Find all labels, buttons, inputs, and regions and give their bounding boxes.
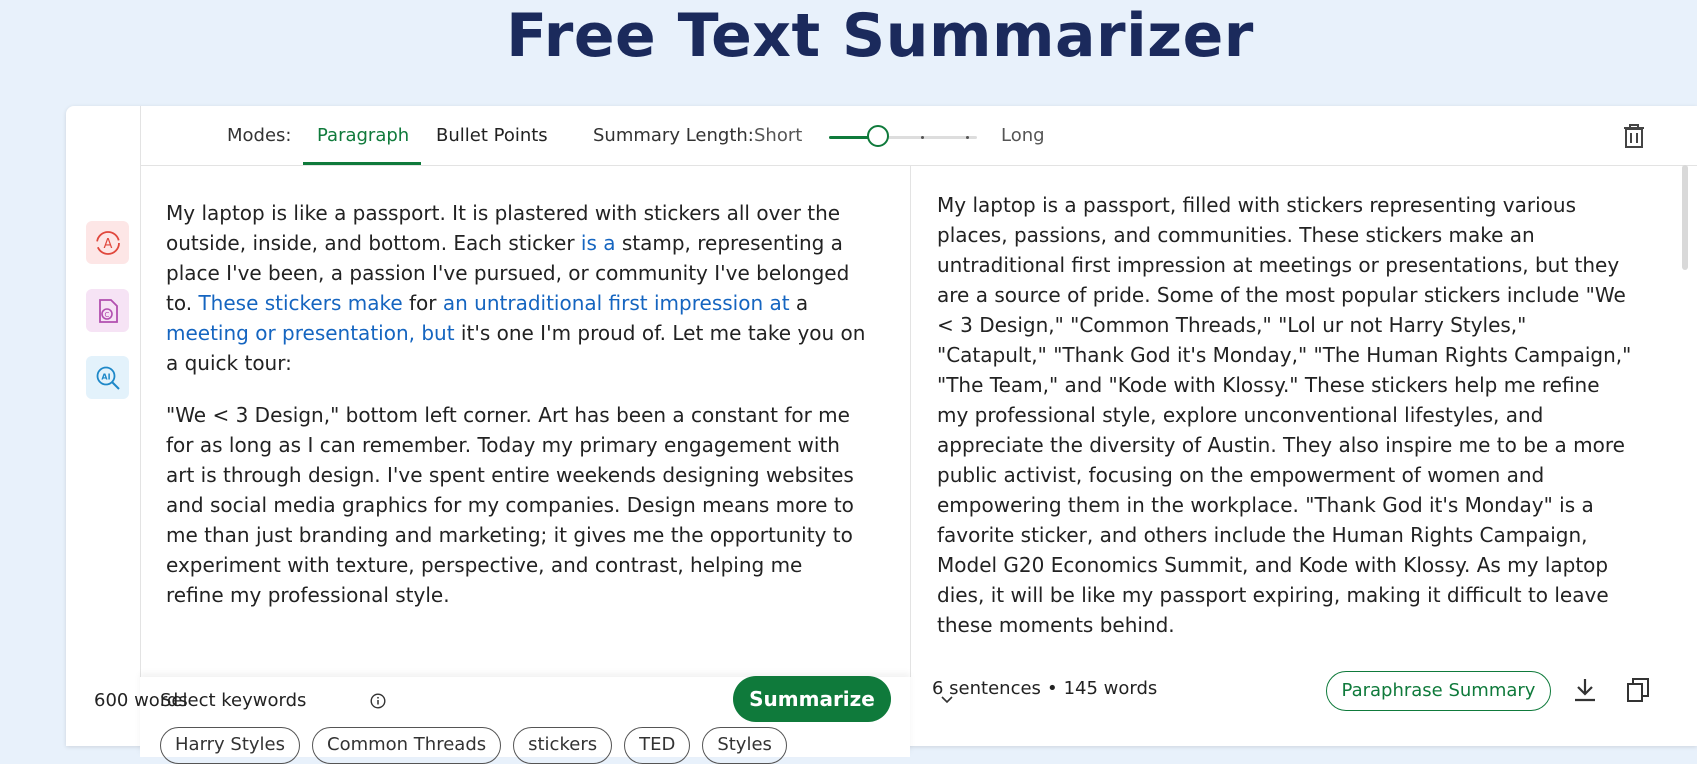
trash-icon[interactable] xyxy=(1621,122,1647,150)
slider-step-dot xyxy=(921,136,924,139)
tab-bullet-points[interactable]: Bullet Points xyxy=(436,106,548,165)
highlighted-phrase: These stickers make xyxy=(198,291,403,315)
modes-label: Modes: xyxy=(227,125,292,146)
slider-thumb[interactable] xyxy=(866,125,889,147)
keyword-chip[interactable]: TED xyxy=(624,727,691,764)
keyword-chips: Harry Styles Common Threads stickers TED… xyxy=(160,727,787,764)
highlighted-phrase: an untraditional first impression at xyxy=(442,291,790,315)
length-long-label: Long xyxy=(1001,125,1045,146)
summary-output: My laptop is a passport, filled with sti… xyxy=(937,193,1632,637)
download-icon[interactable] xyxy=(1572,676,1598,708)
input-text-area[interactable]: My laptop is like a passport. It is plas… xyxy=(140,166,911,677)
summary-length-slider[interactable] xyxy=(829,125,977,147)
page-title: Free Text Summarizer xyxy=(506,1,1254,71)
input-paragraph: "We < 3 Design," bottom left corner. Art… xyxy=(166,403,854,607)
info-icon[interactable] xyxy=(370,693,386,709)
summarize-button[interactable]: Summarize xyxy=(733,676,891,722)
keyword-chip[interactable]: Styles xyxy=(702,727,787,764)
active-tab-underline xyxy=(303,162,421,165)
mode-toolbar: Modes: Paragraph Bullet Points Summary L… xyxy=(140,106,1697,166)
length-short-label: Short xyxy=(754,125,803,146)
input-word-count: 600 words xyxy=(94,690,188,711)
text-segment: a xyxy=(789,291,809,315)
paraphrase-summary-button[interactable]: Paraphrase Summary xyxy=(1326,671,1551,711)
plagiarism-checker-icon[interactable]: C xyxy=(86,289,129,332)
summary-word-count: 145 words xyxy=(1063,678,1158,699)
tool-rail: A C AI xyxy=(66,106,141,746)
input-paragraph: My laptop is like a passport. It is plas… xyxy=(166,198,866,378)
text-segment: for xyxy=(402,291,443,315)
ai-detector-icon[interactable]: AI xyxy=(86,356,129,399)
svg-text:C: C xyxy=(104,311,109,319)
summary-stats: 6 sentences • 145 words xyxy=(932,678,1157,699)
output-scrollbar[interactable] xyxy=(1682,165,1688,270)
input-text: My laptop is like a passport. It is plas… xyxy=(166,198,866,632)
stats-separator: • xyxy=(1046,678,1058,699)
tab-paragraph[interactable]: Paragraph xyxy=(317,106,409,165)
highlighted-phrase: meeting or presentation, but xyxy=(166,321,455,345)
paraphraser-icon[interactable]: A xyxy=(86,221,129,264)
svg-text:A: A xyxy=(103,237,112,252)
keyword-chip[interactable]: Common Threads xyxy=(312,727,502,764)
svg-text:AI: AI xyxy=(101,372,110,381)
keyword-chip[interactable]: Harry Styles xyxy=(160,727,301,764)
slider-step-dot xyxy=(966,136,969,139)
sentence-count: 6 sentences xyxy=(932,678,1041,699)
copy-icon[interactable] xyxy=(1625,676,1651,708)
highlighted-phrase: is a xyxy=(580,231,616,255)
keyword-chip[interactable]: stickers xyxy=(513,727,613,764)
summary-length-label: Summary Length: xyxy=(593,125,754,146)
